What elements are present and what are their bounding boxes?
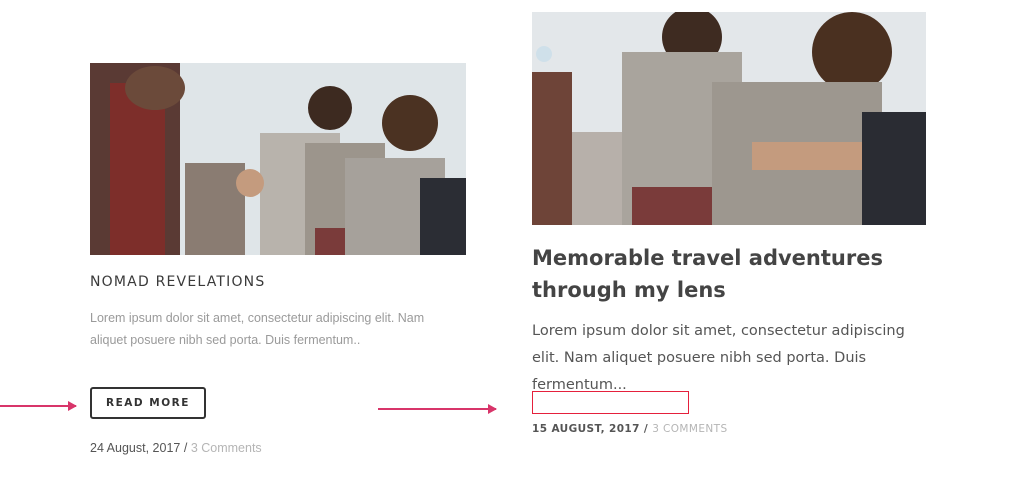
meta-separator: /	[183, 441, 188, 455]
post-title[interactable]: Memorable travel adventures through my l…	[532, 242, 926, 306]
comments-link[interactable]: 3 COMMENTS	[652, 423, 727, 435]
post-thumbnail-image[interactable]	[90, 63, 466, 255]
annotation-arrow-center	[378, 404, 497, 414]
meta-separator: /	[643, 423, 649, 435]
annotation-arrow-left	[0, 401, 77, 411]
post-excerpt: Lorem ipsum dolor sit amet, consectetur …	[532, 323, 905, 393]
read-more-button[interactable]: READ MORE	[90, 387, 206, 419]
post-date: 24 August, 2017	[90, 441, 181, 455]
comments-link[interactable]: 3 Comments	[191, 441, 262, 455]
post-meta: 24 August, 2017 / 3 Comments	[90, 441, 262, 455]
post-thumbnail-image[interactable]	[532, 12, 926, 225]
post-meta: 15 AUGUST, 2017 / 3 COMMENTS	[532, 423, 728, 435]
post-excerpt: Lorem ipsum dolor sit amet, consectetur …	[90, 311, 425, 347]
annotation-highlight-box	[532, 391, 689, 414]
post-date: 15 AUGUST, 2017	[532, 423, 640, 435]
post-title[interactable]: NOMAD REVELATIONS	[90, 274, 265, 290]
